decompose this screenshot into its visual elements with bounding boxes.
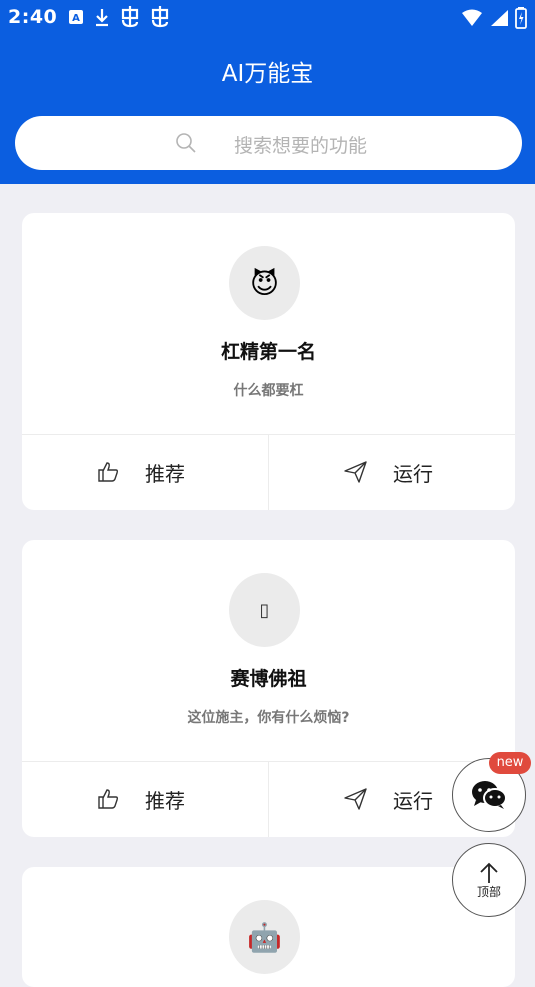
run-label: 运行 [393,461,433,486]
thumbs-up-icon [98,789,119,809]
card-description: 什么都要杠 [233,383,304,399]
send-icon [344,461,367,483]
bug-icon [151,6,169,28]
app-title: AI万能宝 [221,61,314,87]
arrow-up-icon [480,862,498,883]
back-to-top-label: 顶部 [476,884,501,899]
missing-glyph-icon: ▯ [259,599,270,621]
header: AI万能宝 搜索想要的功能 [0,36,535,184]
accessibility-icon: A [69,10,83,24]
avatar: 🤖 [229,900,300,974]
card-name: 杠精第一名 [220,341,316,363]
search-icon [176,133,196,153]
send-icon [344,788,367,810]
card-name: 赛博佛祖 [230,668,307,690]
run-label: 运行 [393,788,433,813]
svg-text:A: A [72,13,80,24]
thumbs-up-icon [98,462,119,482]
avatar: 😈 [229,246,300,320]
devil-emoji-icon: 😈 [249,266,280,300]
download-icon [96,9,108,27]
wechat-icon [472,781,507,809]
recommend-label: 推荐 [145,788,185,813]
status-bar: 2:40 A [0,0,535,36]
search-input[interactable]: 搜索想要的功能 [15,116,522,170]
recommend-button[interactable]: 推荐 [22,761,268,837]
avatar: ▯ [229,573,300,647]
status-time: 2:40 [8,6,58,28]
back-to-top-button[interactable]: 顶部 [452,843,526,917]
recommend-button[interactable]: 推荐 [22,434,268,510]
status-icons-right [461,7,527,29]
signal-icon [491,10,508,26]
bug-icon [121,6,139,28]
run-button[interactable]: 运行 [269,434,515,510]
search-placeholder: 搜索想要的功能 [234,135,368,157]
status-icons-left: A [68,6,170,28]
wifi-icon [462,9,482,26]
robot-emoji-icon: 🤖 [247,920,282,954]
function-card[interactable]: ▯ 赛博佛祖 这位施主，你有什么烦恼? 推荐 运行 [22,540,515,837]
recommend-label: 推荐 [145,461,185,486]
function-card[interactable]: 🤖 [22,867,515,987]
function-card[interactable]: 😈 杠精第一名 什么都要杠 推荐 运行 [22,213,515,510]
card-description: 这位施主，你有什么烦恼? [187,710,350,726]
battery-icon [515,7,527,29]
new-badge: new [489,752,531,774]
